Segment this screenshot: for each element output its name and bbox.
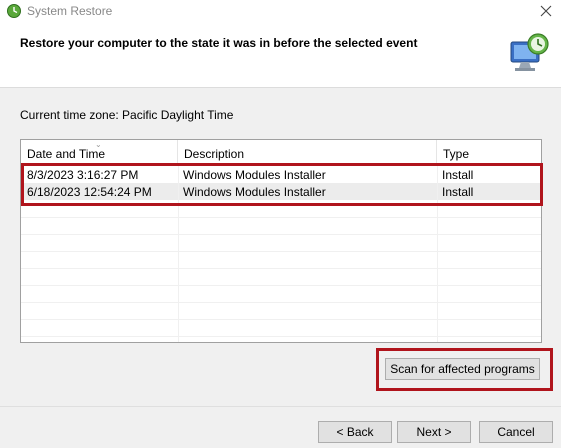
grid-line xyxy=(21,302,541,303)
grid-line xyxy=(21,285,541,286)
grid-line xyxy=(21,217,541,218)
system-restore-icon xyxy=(7,4,21,18)
close-icon xyxy=(540,5,552,17)
timezone-label: Current time zone: Pacific Daylight Time xyxy=(20,108,234,122)
grid-line xyxy=(21,234,541,235)
header-panel: Restore your computer to the state it wa… xyxy=(0,22,561,88)
button-label: Scan for affected programs xyxy=(390,362,535,376)
cancel-button[interactable]: Cancel xyxy=(479,421,553,443)
column-label: Type xyxy=(443,147,470,161)
grid-line xyxy=(21,251,541,252)
grid-line xyxy=(21,336,541,337)
button-label: Cancel xyxy=(497,425,535,439)
grid-line xyxy=(437,166,438,342)
column-label: Description xyxy=(184,147,245,161)
back-button[interactable]: < Back xyxy=(318,421,392,443)
column-header-type[interactable]: Type xyxy=(437,140,541,166)
grid-line xyxy=(178,166,179,342)
grid-line xyxy=(21,268,541,269)
sort-chevron-icon: ⌄ xyxy=(95,140,102,149)
button-label: Next > xyxy=(416,425,452,439)
column-label: Date and Time xyxy=(27,147,106,161)
column-header-date[interactable]: Date and Time ⌄ xyxy=(21,140,178,166)
restore-points-list[interactable]: Date and Time ⌄ Description Type 8/3/202… xyxy=(20,139,542,343)
next-button[interactable]: Next > xyxy=(397,421,471,443)
close-button[interactable] xyxy=(531,0,561,22)
window-title: System Restore xyxy=(27,4,113,18)
page-title: Restore your computer to the state it wa… xyxy=(20,36,418,50)
table-row[interactable]: 8/3/2023 3:16:27 PM Windows Modules Inst… xyxy=(21,166,541,183)
title-bar: System Restore xyxy=(0,0,561,22)
scan-affected-programs-button[interactable]: Scan for affected programs xyxy=(385,358,540,380)
row-date: 6/18/2023 12:54:24 PM xyxy=(27,185,152,199)
button-label: < Back xyxy=(336,425,374,439)
row-description: Windows Modules Installer xyxy=(183,168,326,182)
system-restore-window: System Restore Restore your computer to … xyxy=(0,0,561,448)
row-type: Install xyxy=(442,185,474,199)
row-description: Windows Modules Installer xyxy=(183,185,326,199)
table-row[interactable]: 6/18/2023 12:54:24 PM Windows Modules In… xyxy=(21,183,541,200)
list-header: Date and Time ⌄ Description Type xyxy=(21,140,541,166)
row-date: 8/3/2023 3:16:27 PM xyxy=(27,168,139,182)
system-restore-monitor-icon xyxy=(510,33,549,71)
grid-line xyxy=(21,319,541,320)
column-header-description[interactable]: Description xyxy=(178,140,437,166)
footer-divider xyxy=(0,406,561,407)
row-type: Install xyxy=(442,168,474,182)
